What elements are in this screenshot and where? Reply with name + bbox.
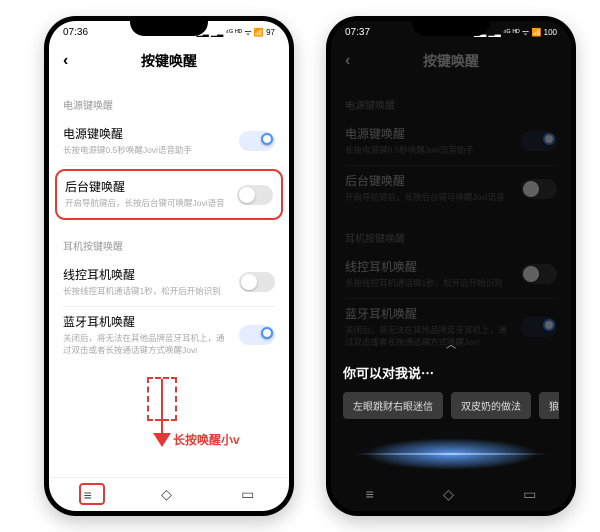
row-subtitle: 关闭后，将无法在其他品牌蓝牙耳机上，通过双击或者长按通话键方式唤醒Jovi [63, 333, 229, 357]
row-power-wake[interactable]: 电源键唤醒 长按电源键0.5秒唤醒Jovi语音助手 [63, 118, 275, 165]
notch [412, 21, 490, 36]
clock: 07:37 [345, 27, 370, 38]
phone-left: 07:36 ▁▂ ▁▂ ⁴ᴳ ᴴᴰ ᯤ 📶 97 ‹ 按键唤醒 电源键唤醒 电源… [44, 16, 294, 516]
suggestion-chips: 左眼跳财右眼迷信 双皮奶的做法 狼人三大 [343, 392, 559, 419]
phone-right: 07:37 ▁▂ ▁▂ ⁴ᴳ ᴴᴰ ᯤ 📶 100 ‹ 按键唤醒 电源键唤醒 电… [326, 16, 576, 516]
row-subtitle: 长按电源键0.5秒唤醒Jovi语音助手 [63, 145, 229, 157]
row-wired-headset[interactable]: 线控耳机唤醒 长按线控耳机通话键1秒，松开后开始识别 [63, 259, 275, 306]
voice-assistant-prompt: 你可以对我说⋯ [343, 363, 559, 382]
suggestion-chip[interactable]: 狼人三大 [539, 392, 559, 419]
highlight-annotation: 后台键唤醒 开启导航键后，长按后台键可唤醒Jovi语音 [55, 169, 283, 220]
separator [63, 165, 275, 166]
toggle-back-key-wake[interactable] [237, 185, 273, 205]
notch [130, 21, 208, 36]
row-back-key-wake[interactable]: 后台键唤醒 开启导航键后，长按后台键可唤醒Jovi语音 [65, 177, 273, 212]
clock: 07:36 [63, 27, 88, 38]
toggle-power-wake[interactable] [239, 131, 275, 151]
nav-recent-icon[interactable]: ≡ [366, 486, 374, 502]
voice-assistant-overlay: ︿ 你可以对我说⋯ 左眼跳财右眼迷信 双皮奶的做法 狼人三大 ≡ ◇ ▭ [331, 21, 571, 511]
row-title: 蓝牙耳机唤醒 [63, 314, 229, 331]
row-bluetooth-headset[interactable]: 蓝牙耳机唤醒 关闭后，将无法在其他品牌蓝牙耳机上，通过双击或者长按通话键方式唤醒… [63, 306, 275, 365]
row-subtitle: 开启导航键后，长按后台键可唤醒Jovi语音 [65, 198, 227, 210]
toggle-wired-headset[interactable] [239, 272, 275, 292]
nav-bar: ≡ ◇ ▭ [331, 477, 571, 511]
row-title: 电源键唤醒 [63, 126, 229, 143]
suggestion-chip[interactable]: 左眼跳财右眼迷信 [343, 392, 443, 419]
status-icons: ▁▂ ▁▂ ⁴ᴳ ᴴᴰ ᯤ 📶 97 [196, 27, 275, 38]
suggestion-chip[interactable]: 双皮奶的做法 [451, 392, 531, 419]
back-button[interactable]: ‹ [63, 52, 68, 70]
row-title: 后台键唤醒 [65, 179, 227, 196]
nav-back-icon[interactable]: ▭ [241, 486, 254, 503]
chevron-up-icon[interactable]: ︿ [331, 336, 571, 351]
settings-content: 电源键唤醒 电源键唤醒 长按电源键0.5秒唤醒Jovi语音助手 后台键唤醒 开启… [49, 79, 289, 477]
nav-home-icon[interactable]: ◇ [161, 486, 172, 503]
nav-highlight [79, 483, 105, 505]
row-subtitle: 长按线控耳机通话键1秒，松开后开始识别 [63, 286, 229, 298]
nav-home-icon[interactable]: ◇ [443, 486, 454, 503]
toggle-bluetooth-headset[interactable] [239, 325, 275, 345]
section-power-title: 电源键唤醒 [63, 97, 275, 112]
nav-bar: ≡ ◇ ▭ [49, 477, 289, 511]
nav-back-icon[interactable]: ▭ [523, 486, 536, 503]
voice-waveform [331, 431, 571, 477]
page-title: 按键唤醒 [141, 51, 197, 71]
section-headset-title: 耳机按键唤醒 [63, 238, 275, 253]
row-title: 线控耳机唤醒 [63, 267, 229, 284]
page-header: ‹ 按键唤醒 [49, 43, 289, 79]
